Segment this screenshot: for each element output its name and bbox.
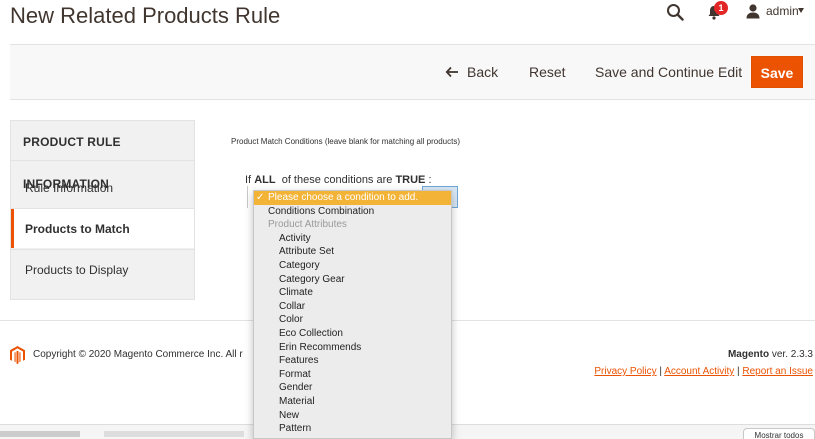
option-label: Please choose a condition to add. bbox=[268, 192, 419, 203]
active-tab-indicator bbox=[11, 209, 14, 248]
magento-version: Magento ver. 2.3.3 bbox=[728, 349, 813, 360]
dropdown-option-selected[interactable]: ✓ Please choose a condition to add. bbox=[254, 191, 451, 205]
version-text: ver. 2.3.3 bbox=[771, 349, 813, 360]
page-title: New Related Products Rule bbox=[10, 3, 281, 28]
chevron-down-icon[interactable] bbox=[798, 8, 804, 13]
tab-label: Products to Display bbox=[25, 263, 129, 277]
save-and-continue-button[interactable]: Save and Continue Edit bbox=[595, 64, 742, 80]
cond-middle: of these conditions are bbox=[281, 174, 393, 186]
search-icon[interactable] bbox=[666, 3, 684, 21]
show-all-button[interactable]: Mostrar todos bbox=[743, 428, 815, 439]
download-item[interactable] bbox=[104, 431, 244, 437]
conditions-sentence: If ALL of these conditions are TRUE : bbox=[245, 174, 432, 186]
dropdown-option-combination[interactable]: Conditions Combination bbox=[254, 205, 451, 219]
dropdown-option[interactable]: Features bbox=[254, 354, 451, 368]
dropdown-option[interactable]: Climate bbox=[254, 286, 451, 300]
dropdown-option[interactable]: New bbox=[254, 409, 451, 423]
tab-label: Rule Information bbox=[25, 181, 114, 195]
conditions-legend: Product Match Conditions (leave blank fo… bbox=[231, 137, 460, 146]
dropdown-option[interactable]: Category bbox=[254, 259, 451, 273]
download-item[interactable] bbox=[0, 431, 80, 437]
copyright-text: Copyright © 2020 Magento Commerce Inc. A… bbox=[33, 349, 243, 360]
dropdown-option[interactable]: Gender bbox=[254, 381, 451, 395]
tab-products-to-display[interactable]: Products to Display bbox=[11, 249, 194, 289]
dropdown-option[interactable]: Collar bbox=[254, 300, 451, 314]
tabs-title: PRODUCT RULE INFORMATION bbox=[11, 121, 194, 191]
dropdown-option[interactable]: Attribute Set bbox=[254, 245, 451, 259]
account-activity-link[interactable]: Account Activity bbox=[664, 366, 734, 377]
user-icon[interactable] bbox=[745, 3, 761, 19]
rule-tabs: PRODUCT RULE INFORMATION Rule Informatio… bbox=[10, 120, 195, 300]
checkmark-icon: ✓ bbox=[256, 192, 265, 203]
user-menu-label[interactable]: admin bbox=[766, 4, 799, 18]
value-selector[interactable]: TRUE bbox=[395, 174, 425, 186]
tab-rule-information[interactable]: Rule Information bbox=[11, 168, 194, 208]
brand-name: Magento bbox=[727, 349, 770, 360]
dropdown-option[interactable]: Pattern bbox=[254, 422, 451, 436]
save-button[interactable]: Save bbox=[751, 56, 803, 88]
back-button[interactable]: Back bbox=[445, 64, 498, 80]
aggregator-selector[interactable]: ALL bbox=[254, 174, 275, 186]
dropdown-option[interactable]: Erin Recommends bbox=[254, 341, 451, 355]
cond-suffix: : bbox=[428, 174, 432, 186]
tab-label: Products to Match bbox=[25, 222, 130, 236]
dropdown-group-label: Product Attributes bbox=[268, 219, 347, 231]
footer-links: Privacy Policy | Account Activity | Repo… bbox=[594, 366, 813, 377]
magento-logo bbox=[10, 346, 25, 364]
cond-prefix: If bbox=[245, 174, 252, 186]
notification-badge: 1 bbox=[714, 1, 728, 15]
reset-button[interactable]: Reset bbox=[529, 64, 566, 80]
dropdown-option[interactable]: Material bbox=[254, 395, 451, 409]
back-button-label: Back bbox=[467, 64, 499, 80]
dropdown-option[interactable]: Color bbox=[254, 313, 451, 327]
dropdown-option[interactable]: Category Gear bbox=[254, 273, 451, 287]
arrow-left-icon bbox=[445, 66, 458, 78]
dropdown-option[interactable]: Format bbox=[254, 368, 451, 382]
dropdown-option[interactable]: Eco Collection bbox=[254, 327, 451, 341]
tab-products-to-match[interactable]: Products to Match bbox=[11, 208, 194, 248]
dropdown-option[interactable]: Activity bbox=[254, 232, 451, 246]
privacy-policy-link[interactable]: Privacy Policy bbox=[594, 366, 656, 377]
report-issue-link[interactable]: Report an Issue bbox=[742, 366, 813, 377]
condition-dropdown-list: ✓ Please choose a condition to add. Condi… bbox=[253, 190, 452, 439]
